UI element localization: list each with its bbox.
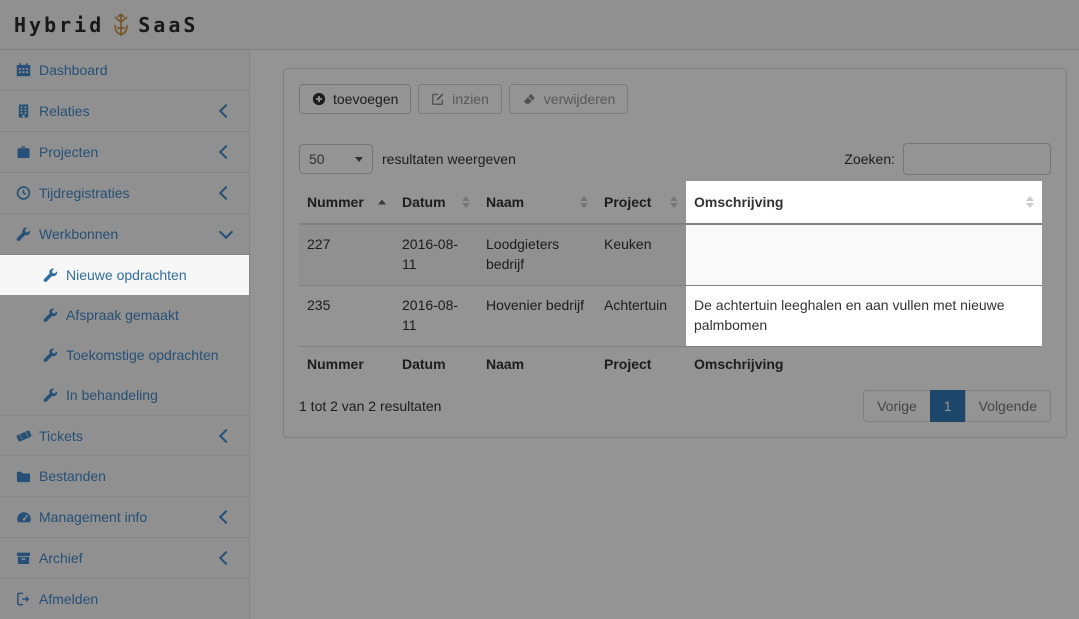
sidebar-item-label: Nieuwe opdrachten xyxy=(66,267,187,283)
cell-omschrijving xyxy=(686,224,1042,285)
cell-omschrijving: De achtertuin leeghalen en aan vullen me… xyxy=(686,285,1042,346)
wrench-icon xyxy=(42,267,59,283)
column-header-omschrijving[interactable]: Omschrijving xyxy=(686,181,1042,224)
sort-both-icon xyxy=(1026,196,1034,208)
sidebar-item-nieuwe-opdrachten[interactable]: Nieuwe opdrachten xyxy=(0,255,249,295)
